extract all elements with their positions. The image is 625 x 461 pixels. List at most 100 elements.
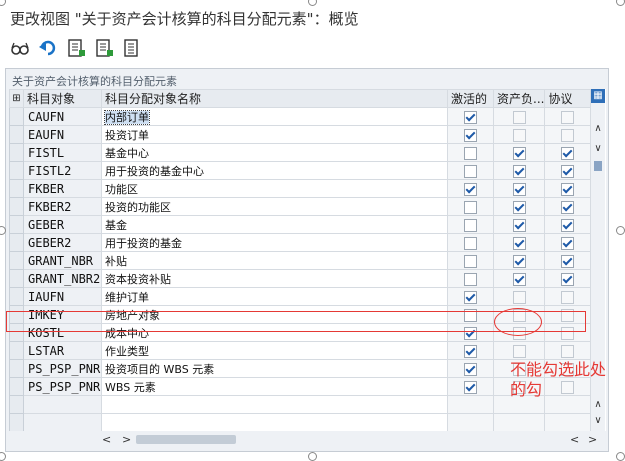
- agreement-checkbox[interactable]: [561, 272, 575, 286]
- table-row[interactable]: CAUFN 内部订单: [9, 107, 592, 126]
- name-cell: 投资订单: [101, 125, 448, 144]
- active-checkbox[interactable]: [464, 164, 477, 178]
- table-row[interactable]: FISTL 基金中心: [9, 143, 592, 162]
- agreement-checkbox[interactable]: [561, 146, 575, 160]
- agreement-checkbox[interactable]: [561, 200, 575, 214]
- table-row[interactable]: GRANT_NBR 补贴: [9, 251, 592, 270]
- row-selector[interactable]: [9, 179, 24, 198]
- agreement-checkbox[interactable]: [561, 182, 575, 196]
- active-checkbox[interactable]: [464, 380, 477, 394]
- active-checkbox[interactable]: [464, 200, 477, 214]
- agreement-checkbox[interactable]: [561, 164, 575, 178]
- asset-checkbox[interactable]: [512, 218, 526, 232]
- hscroll-thumb[interactable]: [136, 435, 236, 444]
- row-selector[interactable]: [9, 161, 24, 180]
- row-selector[interactable]: [9, 269, 24, 288]
- scroll-up-icon[interactable]: ∧: [591, 123, 605, 134]
- row-selector[interactable]: [9, 143, 24, 162]
- agreement-checkbox[interactable]: [561, 344, 575, 358]
- table-row[interactable]: PS_PSP_PNR WBS 元素: [9, 377, 592, 396]
- scroll-up-bottom-icon[interactable]: ∧: [591, 399, 605, 410]
- table-row[interactable]: GEBER 基金: [9, 215, 592, 234]
- table-row[interactable]: FKBER2 投资的功能区: [9, 197, 592, 216]
- horizontal-scrollbar[interactable]: < > < >: [102, 433, 602, 447]
- asset-checkbox[interactable]: [512, 254, 526, 268]
- active-checkbox[interactable]: [464, 146, 477, 160]
- table-row[interactable]: PS_PSP_PNR 投资项目的 WBS 元素: [9, 359, 592, 378]
- acct-object-name: 投资的功能区: [105, 200, 171, 214]
- agreement-checkbox[interactable]: [561, 110, 575, 124]
- scroll-right-end-icon[interactable]: >: [588, 433, 597, 446]
- acct-object-name: 投资订单: [105, 128, 149, 142]
- table-row[interactable]: IAUFN 维护订单: [9, 287, 592, 306]
- col-header-name[interactable]: 科目分配对象名称: [101, 89, 448, 108]
- row-selector[interactable]: [9, 377, 24, 396]
- asset-checkbox[interactable]: [512, 200, 526, 214]
- row-selector[interactable]: [9, 341, 24, 360]
- row-selector[interactable]: [9, 233, 24, 252]
- table-row[interactable]: FKBER 功能区: [9, 179, 592, 198]
- col-header-obj[interactable]: 科目对象: [23, 89, 102, 108]
- resize-handle[interactable]: [308, 452, 317, 461]
- column-config-icon[interactable]: ▦: [591, 89, 605, 103]
- active-checkbox[interactable]: [464, 272, 477, 286]
- asset-checkbox[interactable]: [512, 146, 526, 160]
- asset-checkbox[interactable]: [512, 110, 526, 124]
- scroll-left-end-icon[interactable]: <: [570, 433, 579, 446]
- deselect-block-icon[interactable]: [122, 38, 142, 58]
- asset-checkbox[interactable]: [512, 344, 526, 358]
- row-selector[interactable]: [9, 251, 24, 270]
- agreement-checkbox[interactable]: [561, 218, 575, 232]
- active-checkbox[interactable]: [464, 344, 477, 358]
- asset-checkbox[interactable]: [512, 236, 526, 250]
- acct-object-name: 基金: [105, 218, 127, 232]
- table-row[interactable]: LSTAR 作业类型: [9, 341, 592, 360]
- agreement-checkbox[interactable]: [561, 236, 575, 250]
- table-row[interactable]: EAUFN 投资订单: [9, 125, 592, 144]
- row-selector[interactable]: [9, 287, 24, 306]
- row-selector[interactable]: [9, 125, 24, 144]
- asset-checkbox[interactable]: [512, 128, 526, 142]
- agreement-checkbox[interactable]: [561, 128, 575, 142]
- scroll-down-icon[interactable]: ∨: [591, 143, 605, 154]
- scroll-down-bottom-icon[interactable]: ∨: [591, 415, 605, 426]
- active-checkbox[interactable]: [464, 218, 477, 232]
- scroll-thumb[interactable]: [594, 161, 602, 171]
- row-selector[interactable]: [9, 215, 24, 234]
- grid-settings-icon[interactable]: ⊞: [9, 89, 24, 108]
- active-checkbox[interactable]: [464, 128, 477, 142]
- table-row[interactable]: FISTL2 用于投资的基金中心: [9, 161, 592, 180]
- resize-handle[interactable]: [0, 452, 6, 461]
- row-selector[interactable]: [9, 359, 24, 378]
- active-checkbox[interactable]: [464, 290, 477, 304]
- asset-checkbox[interactable]: [512, 164, 526, 178]
- deselect-icon[interactable]: [94, 38, 114, 58]
- agreement-checkbox[interactable]: [561, 290, 575, 304]
- asset-checkbox[interactable]: [512, 182, 526, 196]
- col-header-agreement[interactable]: 协议: [544, 89, 592, 108]
- name-cell: 用于投资的基金: [101, 233, 448, 252]
- col-header-asset[interactable]: 资产负...: [492, 89, 546, 108]
- col-header-active[interactable]: 激活的: [447, 89, 494, 108]
- row-selector[interactable]: [9, 197, 24, 216]
- name-cell: 功能区: [101, 179, 448, 198]
- active-checkbox[interactable]: [464, 254, 477, 268]
- active-checkbox[interactable]: [464, 362, 477, 376]
- active-checkbox[interactable]: [464, 236, 477, 250]
- active-checkbox[interactable]: [464, 110, 477, 124]
- undo-icon[interactable]: [38, 38, 58, 58]
- scroll-left-icon[interactable]: <: [102, 433, 111, 446]
- resize-handle[interactable]: [616, 452, 625, 461]
- agreement-checkbox[interactable]: [561, 254, 575, 268]
- resize-handle[interactable]: [616, 226, 625, 235]
- asset-checkbox[interactable]: [512, 272, 526, 286]
- select-all-icon[interactable]: [66, 38, 86, 58]
- asset-checkbox[interactable]: [512, 290, 526, 304]
- active-checkbox[interactable]: [464, 182, 477, 196]
- table-row[interactable]: GEBER2 用于投资的基金: [9, 233, 592, 252]
- row-selector[interactable]: [9, 107, 24, 126]
- table-row[interactable]: GRANT_NBR2 资本投资补贴: [9, 269, 592, 288]
- scroll-right-icon[interactable]: >: [122, 433, 131, 446]
- glasses-icon[interactable]: [10, 38, 30, 58]
- empty-row: [9, 395, 592, 414]
